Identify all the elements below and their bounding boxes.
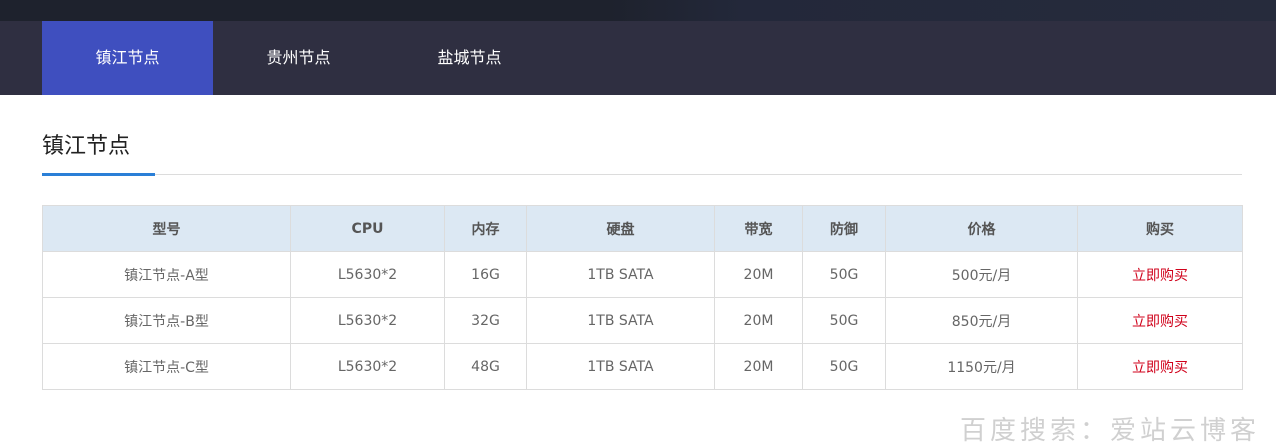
- watermark-text: 百度搜索：爱站云博客: [960, 416, 1261, 446]
- cell-model: 镇江节点-A型: [42, 251, 291, 298]
- cell-price: 850元/月: [885, 297, 1078, 344]
- cell-buy: 立即购买: [1077, 297, 1243, 344]
- node-tab-bar: 镇江节点 贵州节点 盐城节点: [0, 21, 1276, 95]
- cell-cpu: L5630*2: [290, 343, 445, 390]
- table-row: 镇江节点-A型 L5630*2 16G 1TB SATA 20M 50G 500…: [42, 251, 1243, 298]
- cell-memory: 48G: [444, 343, 527, 390]
- cell-bandwidth: 20M: [714, 343, 803, 390]
- cell-memory: 16G: [444, 251, 527, 298]
- column-header-bandwidth: 带宽: [714, 205, 803, 252]
- cell-disk: 1TB SATA: [526, 343, 715, 390]
- cell-bandwidth: 20M: [714, 297, 803, 344]
- cell-cpu: L5630*2: [290, 251, 445, 298]
- cell-model: 镇江节点-B型: [42, 297, 291, 344]
- cell-bandwidth: 20M: [714, 251, 803, 298]
- column-header-model: 型号: [42, 205, 291, 252]
- top-strip-shade: [610, 0, 1276, 21]
- table-row: 镇江节点-C型 L5630*2 48G 1TB SATA 20M 50G 115…: [42, 343, 1243, 390]
- cell-buy: 立即购买: [1077, 251, 1243, 298]
- cell-defense: 50G: [802, 343, 886, 390]
- column-header-buy: 购买: [1077, 205, 1243, 252]
- column-header-disk: 硬盘: [526, 205, 715, 252]
- section-title-underline: [42, 173, 155, 176]
- cell-price: 1150元/月: [885, 343, 1078, 390]
- section-title: 镇江节点: [42, 134, 131, 159]
- tab-yancheng-node[interactable]: 盐城节点: [384, 21, 555, 95]
- tab-zhenjiang-node[interactable]: 镇江节点: [42, 21, 213, 95]
- buy-now-link[interactable]: 立即购买: [1132, 268, 1188, 284]
- column-header-defense: 防御: [802, 205, 886, 252]
- column-header-price: 价格: [885, 205, 1078, 252]
- buy-now-link[interactable]: 立即购买: [1132, 360, 1188, 376]
- cell-price: 500元/月: [885, 251, 1078, 298]
- cell-buy: 立即购买: [1077, 343, 1243, 390]
- cell-model: 镇江节点-C型: [42, 343, 291, 390]
- cell-defense: 50G: [802, 297, 886, 344]
- top-strip: [0, 0, 1276, 21]
- cell-memory: 32G: [444, 297, 527, 344]
- section-divider: [42, 174, 1242, 175]
- column-header-cpu: CPU: [290, 205, 445, 252]
- cell-disk: 1TB SATA: [526, 251, 715, 298]
- server-spec-table: 型号 CPU 内存 硬盘 带宽 防御 价格 购买 镇江节点-A型 L5630*2…: [42, 205, 1243, 390]
- cell-disk: 1TB SATA: [526, 297, 715, 344]
- column-header-memory: 内存: [444, 205, 527, 252]
- cell-cpu: L5630*2: [290, 297, 445, 344]
- table-header-row: 型号 CPU 内存 硬盘 带宽 防御 价格 购买: [42, 205, 1243, 252]
- tab-guizhou-node[interactable]: 贵州节点: [213, 21, 384, 95]
- cell-defense: 50G: [802, 251, 886, 298]
- buy-now-link[interactable]: 立即购买: [1132, 314, 1188, 330]
- table-row: 镇江节点-B型 L5630*2 32G 1TB SATA 20M 50G 850…: [42, 297, 1243, 344]
